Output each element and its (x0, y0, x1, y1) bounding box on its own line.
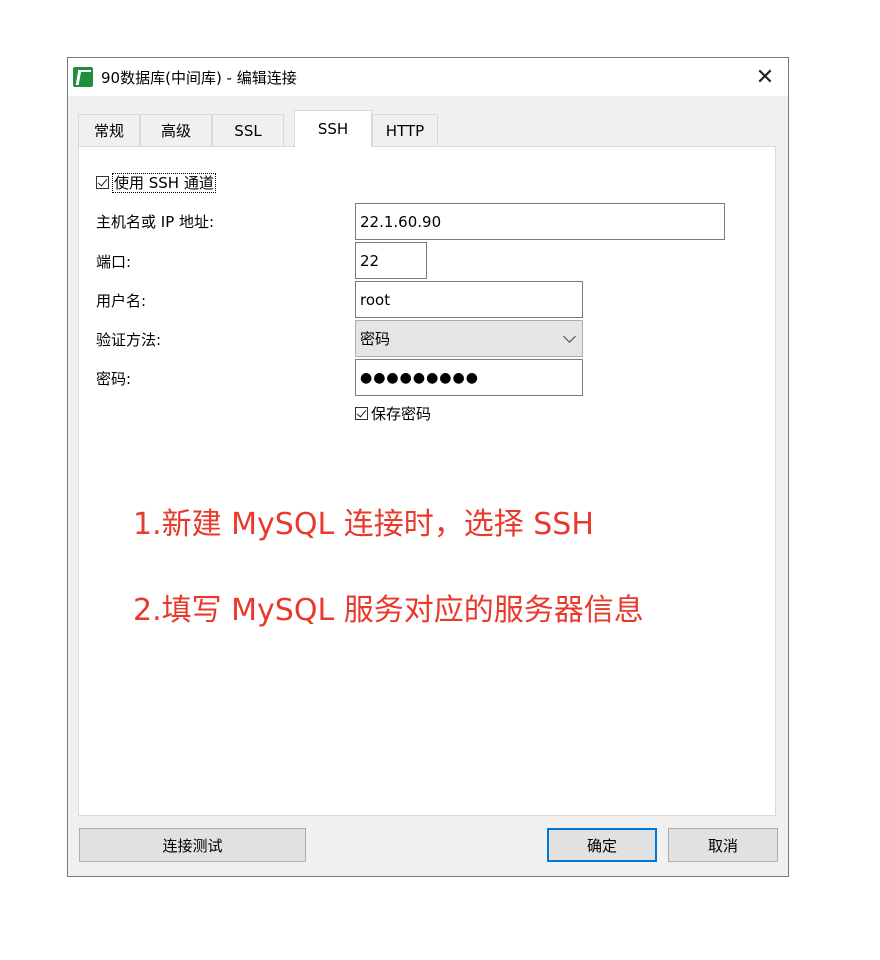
auth-method-value: 密码 (360, 330, 391, 348)
auth-method-label: 验证方法: (96, 331, 162, 349)
app-icon (73, 67, 93, 87)
annotation-step-2: 2.填写 MySQL 服务对应的服务器信息 (133, 593, 644, 628)
save-password-label: 保存密码 (371, 405, 432, 423)
chevron-down-icon (563, 329, 576, 343)
use-ssh-checkbox[interactable]: 使用 SSH 通道 (96, 172, 216, 193)
tab-general[interactable]: 常规 (78, 114, 140, 146)
password-mask: ●●●●●●●●● (360, 369, 479, 386)
tab-http[interactable]: HTTP (372, 114, 438, 146)
ssh-settings-panel: 使用 SSH 通道 主机名或 IP 地址: 22.1.60.90 端口: 22 … (78, 146, 776, 816)
password-input[interactable]: ●●●●●●●●● (355, 359, 583, 396)
title-bar[interactable]: 90数据库(中间库) - 编辑连接 ✕ (68, 58, 788, 96)
cancel-button[interactable]: 取消 (668, 828, 778, 862)
save-password-checkbox[interactable]: 保存密码 (355, 403, 431, 424)
port-input[interactable]: 22 (355, 242, 427, 279)
edit-connection-dialog: 90数据库(中间库) - 编辑连接 ✕ 常规 高级 SSL SSH HTTP 使… (67, 57, 789, 877)
password-label: 密码: (96, 370, 132, 388)
close-icon[interactable]: ✕ (742, 58, 788, 96)
username-input[interactable]: root (355, 281, 583, 318)
port-label: 端口: (96, 253, 132, 271)
auth-method-select[interactable]: 密码 (355, 320, 583, 357)
test-connection-button[interactable]: 连接测试 (79, 828, 306, 862)
tab-advanced[interactable]: 高级 (140, 114, 212, 146)
host-input[interactable]: 22.1.60.90 (355, 203, 725, 240)
username-label: 用户名: (96, 292, 147, 310)
tab-ssl[interactable]: SSL (212, 114, 284, 146)
checkbox-checked-icon (96, 176, 109, 189)
ok-button[interactable]: 确定 (547, 828, 657, 862)
host-label: 主机名或 IP 地址: (96, 213, 215, 231)
use-ssh-label: 使用 SSH 通道 (112, 173, 216, 193)
checkbox-checked-icon (355, 407, 368, 420)
tab-ssh[interactable]: SSH (294, 110, 372, 147)
annotation-step-1: 1.新建 MySQL 连接时，选择 SSH (133, 507, 594, 542)
window-title: 90数据库(中间库) - 编辑连接 (101, 69, 297, 87)
